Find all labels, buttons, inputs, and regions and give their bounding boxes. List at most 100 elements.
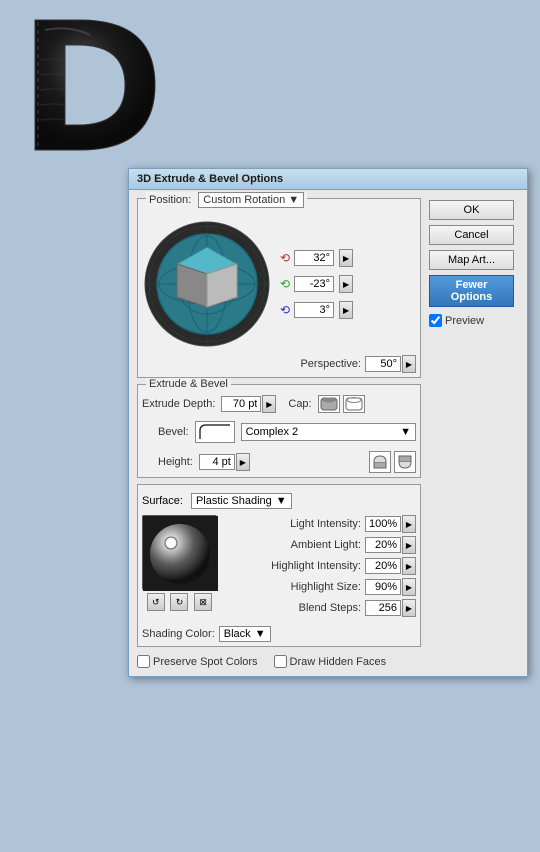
cap-on-button[interactable] [318, 395, 340, 413]
height-field-group: ▶ [199, 453, 250, 471]
ambient-light-row: Ambient Light: ▶ [225, 536, 416, 554]
bevel-inside-button[interactable] [394, 451, 416, 473]
extrude-bevel-label: Extrude & Bevel [146, 378, 231, 390]
shading-color-row: Shading Color: Black ▼ [142, 626, 416, 642]
blend-steps-label: Blend Steps: [299, 602, 361, 614]
height-arrow[interactable]: ▶ [236, 453, 250, 471]
sphere-controls: ↺ ↻ ⊠ [142, 590, 217, 614]
height-label: Height: [158, 456, 193, 468]
highlight-intensity-label: Highlight Intensity: [271, 560, 361, 572]
position-dropdown[interactable]: Custom Rotation ▼ [198, 192, 304, 208]
light-intensity-field[interactable] [365, 516, 401, 532]
cap-label: Cap: [288, 398, 311, 410]
ambient-light-label: Ambient Light: [291, 539, 361, 551]
light-intensity-arrow[interactable]: ▶ [402, 515, 416, 533]
d-logo [10, 10, 165, 160]
highlight-intensity-field-group: ▶ [365, 557, 416, 575]
rotation-area: ⟲ ▶ ⟲ ▶ ⟲ [142, 219, 416, 373]
position-dropdown-arrow: ▼ [288, 194, 299, 206]
z-rotation-arrow[interactable]: ▶ [339, 301, 353, 319]
cancel-button[interactable]: Cancel [429, 225, 514, 245]
highlight-size-field-group: ▶ [365, 578, 416, 596]
x-rotation-field[interactable] [294, 250, 334, 266]
position-section: Position: Custom Rotation ▼ [137, 198, 421, 378]
bevel-preview [195, 421, 235, 443]
blend-steps-arrow[interactable]: ▶ [402, 599, 416, 617]
draw-hidden-checkbox[interactable] [274, 655, 287, 668]
highlight-intensity-field[interactable] [365, 558, 401, 574]
position-section-label: Position: Custom Rotation ▼ [146, 192, 307, 208]
height-row: Height: ▶ [142, 451, 416, 473]
dialog-3d-extrude: 3D Extrude & Bevel Options Position: Cus… [128, 168, 528, 677]
light-intensity-field-group: ▶ [365, 515, 416, 533]
surface-section: Surface: Plastic Shading ▼ [137, 484, 421, 647]
fewer-options-button[interactable]: Fewer Options [429, 275, 514, 307]
sphere-widget-area: ↺ ↻ ⊠ [142, 515, 217, 620]
highlight-intensity-row: Highlight Intensity: ▶ [225, 557, 416, 575]
surface-content: ↺ ↻ ⊠ Light Intensity: ▶ [142, 515, 416, 620]
bevel-dropdown-arrow: ▼ [400, 426, 411, 438]
sphere-rotate-left[interactable]: ↺ [147, 593, 165, 611]
shading-color-dropdown[interactable]: Black ▼ [219, 626, 271, 642]
surface-type-dropdown[interactable]: Plastic Shading ▼ [191, 493, 292, 509]
dialog-title: 3D Extrude & Bevel Options [129, 169, 527, 190]
blend-steps-field-group: ▶ [365, 599, 416, 617]
ambient-light-field-group: ▶ [365, 536, 416, 554]
highlight-size-arrow[interactable]: ▶ [402, 578, 416, 596]
shading-color-value: Black [224, 628, 251, 640]
preview-checkbox[interactable] [429, 314, 442, 327]
highlight-intensity-arrow[interactable]: ▶ [402, 557, 416, 575]
perspective-field[interactable] [365, 356, 401, 372]
preview-text: Preview [445, 315, 484, 327]
light-intensity-row: Light Intensity: ▶ [225, 515, 416, 533]
extrude-depth-arrow[interactable]: ▶ [262, 395, 276, 413]
perspective-arrow[interactable]: ▶ [402, 355, 416, 373]
extrude-depth-field[interactable] [221, 396, 261, 412]
perspective-row: Perspective: ▶ [142, 355, 416, 373]
preserve-spot-label[interactable]: Preserve Spot Colors [137, 655, 258, 668]
highlight-size-field[interactable] [365, 579, 401, 595]
cap-icons [318, 395, 365, 413]
cap-off-button[interactable] [343, 395, 365, 413]
extrude-depth-field-group: ▶ [221, 395, 276, 413]
shading-color-label: Shading Color: [142, 628, 215, 640]
rotation-circle[interactable] [142, 219, 272, 349]
y-rotation-arrow[interactable]: ▶ [339, 275, 353, 293]
perspective-field-group: ▶ [365, 355, 416, 373]
sphere-widget[interactable] [142, 515, 217, 590]
bevel-value: Complex 2 [246, 426, 401, 438]
y-axis-icon: ⟲ [280, 277, 290, 291]
ok-button[interactable]: OK [429, 200, 514, 220]
bevel-label: Bevel: [158, 426, 189, 438]
sphere-reset[interactable]: ⊠ [194, 593, 212, 611]
preserve-spot-text: Preserve Spot Colors [153, 656, 258, 668]
highlight-size-row: Highlight Size: ▶ [225, 578, 416, 596]
extrude-bevel-section: Extrude & Bevel Extrude Depth: ▶ Cap: [137, 384, 421, 478]
surface-header: Surface: Plastic Shading ▼ [142, 493, 416, 509]
z-rotation-field[interactable] [294, 302, 334, 318]
surface-section-label: Surface: [142, 495, 183, 507]
sphere-rotate-right[interactable]: ↻ [170, 593, 188, 611]
draw-hidden-label[interactable]: Draw Hidden Faces [274, 655, 387, 668]
blend-steps-field[interactable] [365, 600, 401, 616]
x-rotation-arrow[interactable]: ▶ [339, 249, 353, 267]
height-field[interactable] [199, 454, 235, 470]
bevel-dropdown[interactable]: Complex 2 ▼ [241, 423, 416, 441]
light-intensity-label: Light Intensity: [290, 518, 361, 530]
dialog-left-panel: Position: Custom Rotation ▼ [137, 198, 421, 668]
y-rotation-row: ⟲ ▶ [280, 275, 353, 293]
ambient-light-arrow[interactable]: ▶ [402, 536, 416, 554]
surface-values: Light Intensity: ▶ Ambient Light: ▶ [225, 515, 416, 620]
ambient-light-field[interactable] [365, 537, 401, 553]
y-rotation-field[interactable] [294, 276, 334, 292]
blend-steps-row: Blend Steps: ▶ [225, 599, 416, 617]
rotation-values: ⟲ ▶ ⟲ ▶ ⟲ [280, 249, 353, 319]
x-rotation-row: ⟲ ▶ [280, 249, 353, 267]
dialog-right-panel: OK Cancel Map Art... Fewer Options Previ… [429, 198, 519, 668]
surface-type-value: Plastic Shading [196, 495, 272, 507]
preserve-spot-checkbox[interactable] [137, 655, 150, 668]
preview-label[interactable]: Preview [429, 314, 519, 327]
map-art-button[interactable]: Map Art... [429, 250, 514, 270]
bevel-outside-button[interactable] [369, 451, 391, 473]
extrude-depth-label: Extrude Depth: [142, 398, 215, 410]
